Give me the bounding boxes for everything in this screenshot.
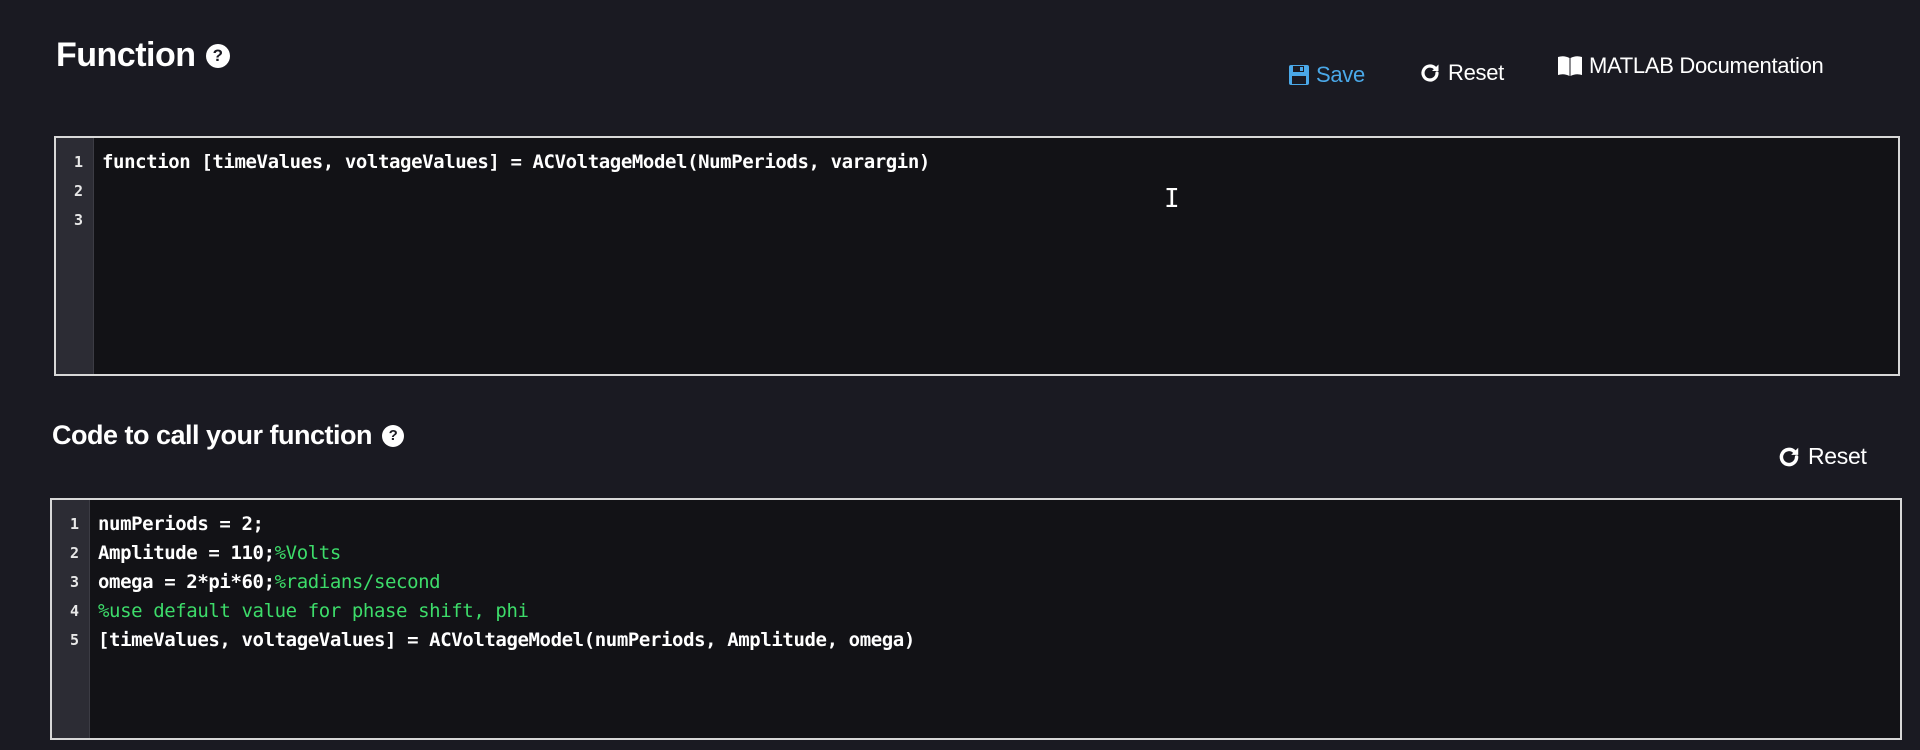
code-line[interactable]: numPeriods = 2; (98, 510, 1900, 539)
code-line[interactable] (102, 177, 1898, 206)
line-number: 3 (69, 573, 79, 591)
function-title-text: Function (56, 36, 196, 74)
line-number: 3 (73, 211, 83, 229)
code-line[interactable]: Amplitude = 110;%Volts (98, 539, 1900, 568)
code-text: function [timeValues, voltageValues] = A… (102, 151, 930, 173)
code-comment: %use default value for phase shift, phi (98, 600, 529, 622)
function-code-editor[interactable]: 1 2 3 function [timeValues, voltageValue… (54, 136, 1900, 376)
call-code-editor[interactable]: 1 2 3 4 5 numPeriods = 2; Amplitude = 11… (50, 498, 1902, 740)
code-text: numPeriods = 2; (98, 513, 264, 535)
refresh-icon (1779, 447, 1799, 466)
book-icon (1558, 56, 1582, 76)
code-line[interactable] (102, 206, 1898, 235)
code-area[interactable]: numPeriods = 2; Amplitude = 110;%Volts o… (90, 500, 1900, 738)
code-line[interactable]: [timeValues, voltageValues] = ACVoltageM… (98, 626, 1900, 655)
code-comment: %Volts (274, 542, 342, 564)
matlab-grader-page: Function ? Save Reset MATLAB Documentati… (0, 0, 1920, 750)
line-number: 1 (73, 153, 83, 171)
refresh-icon (1421, 64, 1439, 82)
reset-label: Reset (1808, 443, 1867, 469)
line-number: 1 (69, 515, 79, 533)
code-line[interactable]: omega = 2*pi*60;%radians/second (98, 568, 1900, 597)
floppy-disk-icon (1289, 65, 1309, 85)
question-circle-icon[interactable]: ? (205, 43, 230, 68)
code-line[interactable]: function [timeValues, voltageValues] = A… (102, 148, 1898, 177)
code-text: Amplitude = 110; (98, 542, 275, 564)
reset-function-button[interactable]: Reset (1418, 60, 1504, 86)
save-label: Save (1316, 62, 1365, 87)
docs-label: MATLAB Documentation (1589, 53, 1824, 78)
code-line[interactable]: %use default value for phase shift, phi (98, 597, 1900, 626)
save-button[interactable]: Save (1288, 62, 1365, 88)
call-section-title: Code to call your function ? (52, 420, 405, 451)
line-number: 2 (73, 182, 83, 200)
reset-call-button[interactable]: Reset (1776, 443, 1867, 470)
code-text: omega = 2*pi*60; (98, 571, 275, 593)
line-number: 5 (69, 631, 79, 649)
function-section-title: Function ? (56, 36, 230, 75)
matlab-documentation-link[interactable]: MATLAB Documentation (1557, 53, 1824, 79)
line-number: 2 (69, 544, 79, 562)
line-number-gutter: 1 2 3 4 5 (52, 500, 90, 738)
line-number-gutter: 1 2 3 (56, 138, 94, 374)
line-number: 4 (69, 602, 79, 620)
code-area[interactable]: function [timeValues, voltageValues] = A… (94, 138, 1898, 374)
question-circle-icon[interactable]: ? (382, 424, 405, 447)
call-title-text: Code to call your function (52, 420, 373, 450)
text-cursor-icon: I (1164, 184, 1180, 214)
code-comment: %radians/second (274, 571, 441, 593)
code-text: [timeValues, voltageValues] = ACVoltageM… (98, 629, 915, 651)
reset-label: Reset (1448, 60, 1504, 85)
